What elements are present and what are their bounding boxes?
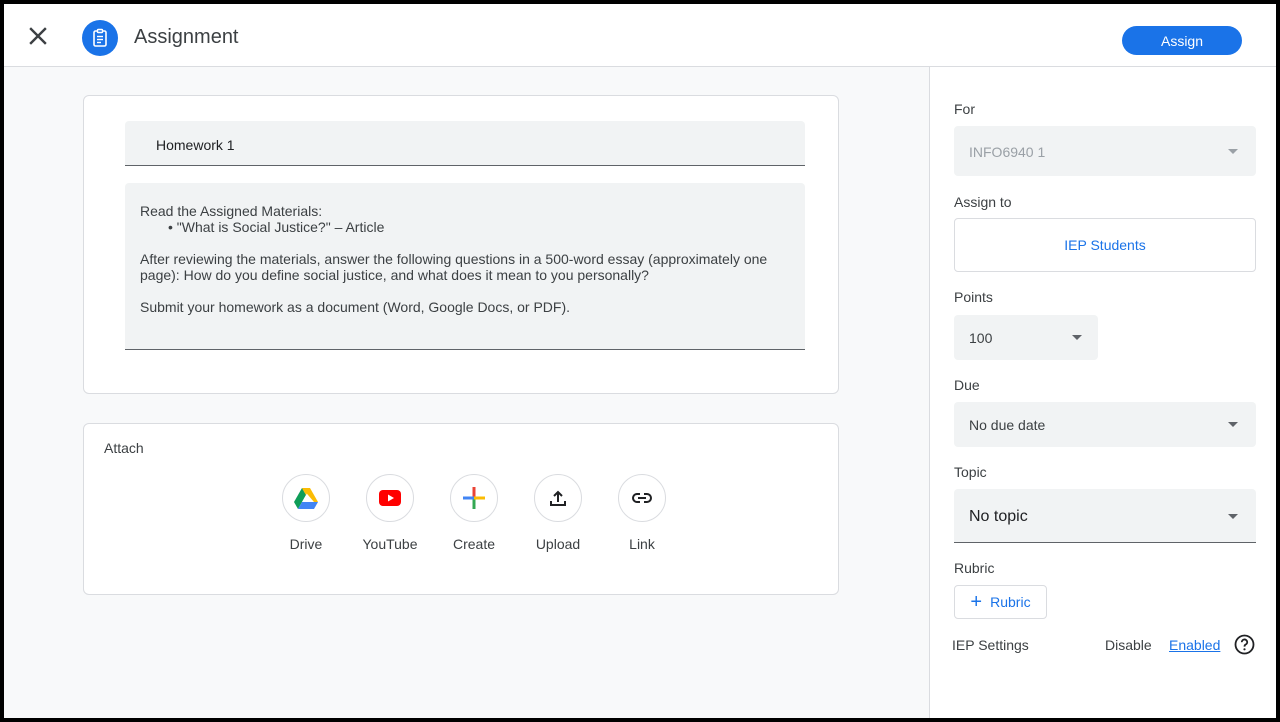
- page-title: Assignment: [134, 26, 239, 48]
- instructions-bullet: • "What is Social Justice?" – Article: [168, 219, 385, 235]
- class-select: INFO6940 1: [954, 126, 1256, 176]
- attach-youtube-button[interactable]: YouTube: [348, 474, 432, 552]
- upload-icon: [550, 490, 566, 506]
- chevron-down-icon: [1228, 149, 1238, 154]
- attach-upload-label: Upload: [535, 536, 581, 552]
- instructions-line: Read the Assigned Materials:: [140, 203, 323, 219]
- youtube-icon: [379, 490, 401, 506]
- attach-drive-button[interactable]: Drive: [264, 474, 348, 552]
- assignment-window: Assignment Assign Homework 1 Read the As…: [4, 4, 1276, 718]
- attach-options: Drive YouTube Create Upload Link: [264, 474, 684, 552]
- class-select-value: INFO6940 1: [969, 144, 1046, 160]
- points-value: 100: [969, 330, 993, 346]
- help-icon[interactable]: [1233, 633, 1255, 655]
- iep-settings-label: IEP Settings: [952, 637, 1029, 653]
- attach-upload-button[interactable]: Upload: [516, 474, 600, 552]
- close-button[interactable]: [22, 20, 54, 52]
- instructions-line: After reviewing the materials, answer th…: [140, 251, 768, 267]
- instructions-line: Submit your homework as a document (Word…: [140, 299, 571, 315]
- attach-link-label: Link: [629, 536, 655, 552]
- due-value: No due date: [969, 417, 1046, 433]
- assign-to-value: IEP Students: [1064, 237, 1146, 253]
- plus-icon: [463, 487, 485, 509]
- add-rubric-button[interactable]: + Rubric: [954, 585, 1047, 619]
- attach-youtube-label: YouTube: [362, 536, 418, 552]
- iep-enabled-option[interactable]: Enabled: [1169, 637, 1220, 653]
- topic-select[interactable]: No topic: [954, 489, 1256, 543]
- plus-icon: +: [970, 591, 983, 613]
- attach-label: Attach: [104, 440, 144, 456]
- for-label: For: [954, 101, 975, 117]
- details-card: Homework 1 Read the Assigned Materials: …: [83, 95, 839, 394]
- due-label: Due: [954, 377, 980, 393]
- iep-disable-option[interactable]: Disable: [1105, 637, 1152, 653]
- topic-value: No topic: [969, 508, 1028, 525]
- attach-card: Attach Drive YouTube Create Upload Link: [83, 423, 839, 595]
- points-select[interactable]: 100: [954, 315, 1098, 360]
- topic-label: Topic: [954, 464, 987, 480]
- settings-sidebar: For INFO6940 1 Assign to IEP Students Po…: [929, 67, 1276, 718]
- chevron-down-icon: [1228, 514, 1238, 519]
- attach-create-button[interactable]: Create: [432, 474, 516, 552]
- drive-icon: [294, 488, 318, 509]
- attach-create-label: Create: [452, 536, 496, 552]
- attach-link-button[interactable]: Link: [600, 474, 684, 552]
- main-content: Homework 1 Read the Assigned Materials: …: [4, 67, 929, 718]
- assign-to-button[interactable]: IEP Students: [954, 218, 1256, 272]
- title-input[interactable]: Homework 1: [125, 121, 805, 166]
- link-icon: [632, 493, 652, 503]
- rubric-button-label: Rubric: [990, 594, 1031, 610]
- assign-button[interactable]: Assign: [1122, 26, 1242, 55]
- attach-drive-label: Drive: [289, 536, 323, 552]
- points-label: Points: [954, 289, 993, 305]
- close-icon: [29, 27, 47, 45]
- rubric-label: Rubric: [954, 560, 995, 576]
- header: Assignment Assign: [4, 4, 1276, 67]
- due-select[interactable]: No due date: [954, 402, 1256, 447]
- instructions-input[interactable]: Read the Assigned Materials: • "What is …: [125, 183, 805, 350]
- chevron-down-icon: [1072, 335, 1082, 340]
- assign-to-label: Assign to: [954, 194, 1012, 210]
- assignment-icon: [82, 20, 118, 56]
- iep-settings-row: IEP Settings Disable Enabled: [952, 633, 1272, 659]
- instructions-line: page): How do you define social justice,…: [140, 267, 649, 283]
- chevron-down-icon: [1228, 422, 1238, 427]
